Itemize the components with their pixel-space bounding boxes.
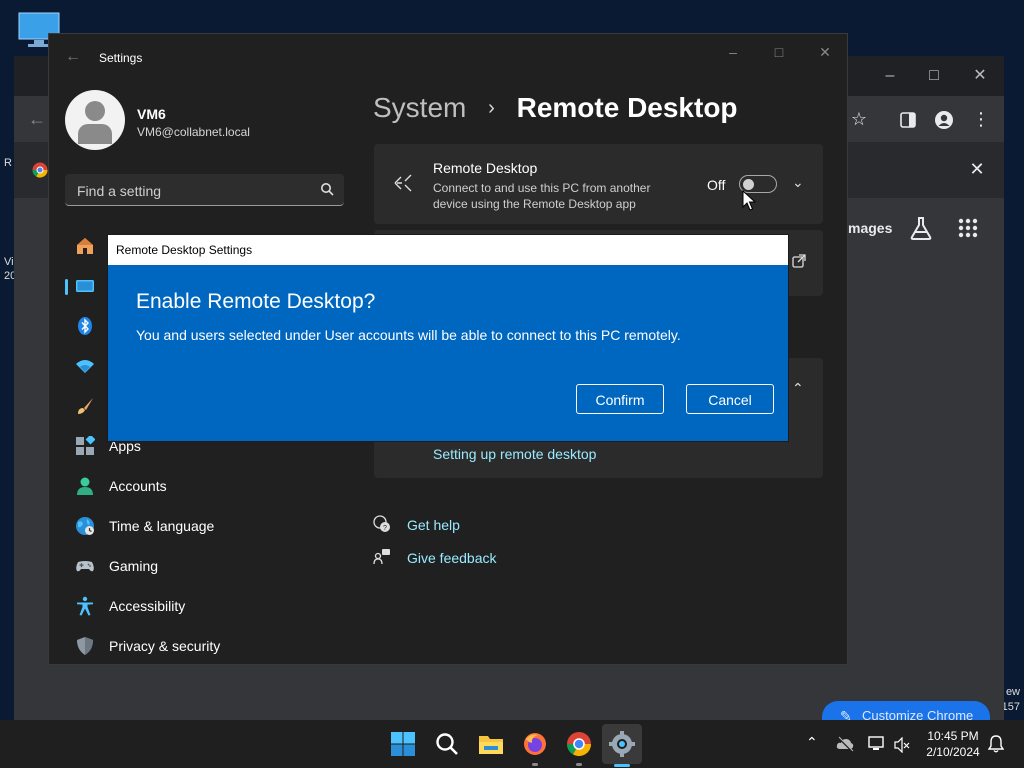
user-email: VM6@collabnet.local — [137, 125, 250, 139]
search-input[interactable] — [75, 180, 309, 202]
clock-time: 10:45 PM — [927, 729, 979, 743]
settings-gear-icon[interactable] — [609, 731, 635, 757]
remote-desktop-card[interactable]: Remote Desktop Connect to and use this P… — [374, 144, 823, 224]
cancel-button[interactable]: Cancel — [686, 384, 774, 414]
search-taskbar-icon[interactable] — [434, 731, 460, 757]
user-name: VM6 — [137, 106, 166, 122]
chrome-favicon-icon — [32, 162, 48, 178]
settings-maximize-button[interactable]: □ — [767, 42, 791, 62]
remote-desktop-icon — [394, 174, 412, 192]
labs-flask-icon[interactable] — [910, 216, 932, 240]
running-indicator — [532, 763, 538, 766]
sidebar-item-label: Privacy & security — [109, 638, 221, 654]
search-box[interactable] — [65, 174, 344, 206]
dialog-window-title: Remote Desktop Settings — [116, 243, 253, 257]
close-banner-icon[interactable]: ✕ — [964, 156, 990, 182]
apps-icon — [76, 436, 95, 455]
chrome-minimize-button[interactable]: – — [880, 66, 900, 86]
dialog-message: You and users selected under User accoun… — [136, 327, 681, 343]
clock-date: 2/10/2024 — [926, 745, 980, 759]
globe-clock-icon — [76, 517, 94, 535]
chrome-back-icon[interactable]: ← — [24, 106, 50, 132]
external-link-icon[interactable] — [792, 254, 806, 268]
settings-close-button[interactable]: ✕ — [813, 42, 837, 62]
sidebar-item-time-language[interactable]: Time & language — [65, 508, 344, 544]
mouse-cursor-icon — [742, 190, 756, 211]
desktop-label-fragment: 157 — [1001, 701, 1020, 713]
sidebar-item-label: Accessibility — [109, 598, 186, 614]
bluetooth-icon — [78, 317, 92, 335]
notification-bell-icon[interactable] — [988, 735, 1004, 753]
chrome-menu-icon[interactable]: ⋮ — [968, 106, 994, 132]
running-indicator — [576, 763, 582, 766]
remote-desktop-description: Connect to and use this PC from another … — [433, 181, 651, 211]
shield-icon — [77, 637, 93, 655]
svg-text:?: ? — [383, 525, 387, 532]
get-help-icon: ? — [373, 515, 390, 532]
apps-grid-icon[interactable] — [958, 218, 978, 238]
profile-icon[interactable] — [934, 110, 954, 130]
get-help-link[interactable]: Get help — [407, 517, 460, 533]
desktop-label-fragment: Vi — [4, 256, 14, 268]
images-link[interactable]: mages — [848, 220, 892, 236]
settings-window-title: Settings — [99, 51, 143, 65]
start-windows-icon[interactable] — [390, 731, 416, 757]
sidebar-item-gaming[interactable]: Gaming — [65, 548, 344, 584]
onedrive-offline-icon[interactable] — [836, 736, 854, 752]
firefox-icon[interactable] — [522, 731, 548, 757]
taskbar: ⌃ 10:45 PM 2/10/2024 — [0, 720, 1024, 768]
wifi-icon — [76, 360, 94, 373]
volume-muted-icon[interactable] — [894, 737, 910, 753]
back-arrow-icon[interactable]: ← — [65, 48, 81, 66]
sidebar-item-label: Time & language — [109, 518, 215, 534]
avatar-body — [78, 124, 112, 144]
setting-up-remote-desktop-link[interactable]: Setting up remote desktop — [433, 446, 596, 462]
remote-desktop-title: Remote Desktop — [433, 160, 538, 176]
sidebar-item-label: Accounts — [109, 478, 167, 494]
file-explorer-icon[interactable] — [478, 731, 504, 757]
breadcrumb: System › Remote Desktop — [373, 92, 738, 124]
settings-minimize-button[interactable]: – — [721, 42, 745, 62]
desktop-label-fragment: R — [4, 157, 12, 169]
accessibility-icon — [77, 596, 93, 616]
chrome-close-button[interactable]: ✕ — [970, 66, 990, 86]
breadcrumb-parent[interactable]: System — [373, 92, 466, 123]
page-title: Remote Desktop — [516, 92, 738, 123]
chevron-up-icon[interactable]: ⌃ — [792, 380, 804, 397]
home-icon — [77, 238, 93, 254]
sidebar-item-label: Gaming — [109, 558, 159, 574]
show-hidden-icons-chevron-icon[interactable]: ⌃ — [806, 734, 818, 751]
network-icon[interactable] — [868, 736, 886, 752]
chevron-down-icon[interactable]: ⌄ — [792, 174, 804, 191]
user-avatar[interactable] — [65, 90, 125, 150]
desktop-label-fragment: ew — [1005, 686, 1020, 698]
side-panel-icon[interactable] — [900, 112, 916, 128]
active-app-indicator — [614, 764, 630, 767]
avatar-head — [85, 101, 105, 121]
chrome-maximize-button[interactable]: □ — [924, 66, 944, 86]
system-icon — [76, 280, 94, 292]
search-icon[interactable] — [320, 182, 334, 196]
toggle-state-label: Off — [707, 177, 726, 193]
confirm-button[interactable]: Confirm — [576, 384, 664, 414]
accounts-icon — [77, 477, 93, 495]
sidebar-item-accessibility[interactable]: Accessibility — [65, 588, 344, 624]
paintbrush-icon — [78, 398, 93, 414]
chrome-taskbar-icon[interactable] — [566, 731, 592, 757]
dialog-heading: Enable Remote Desktop? — [136, 290, 376, 313]
gamepad-icon — [76, 561, 94, 572]
give-feedback-link[interactable]: Give feedback — [407, 550, 497, 566]
dialog-titlebar[interactable]: Remote Desktop Settings — [108, 235, 788, 265]
sidebar-item-privacy-security[interactable]: Privacy & security — [65, 628, 344, 664]
toggle-knob — [743, 179, 754, 190]
clock[interactable]: 10:45 PM 2/10/2024 — [918, 728, 988, 760]
enable-remote-desktop-dialog: Remote Desktop Settings Enable Remote De… — [108, 235, 788, 441]
bookmark-star-icon[interactable]: ☆ — [846, 106, 872, 132]
feedback-icon — [373, 549, 390, 565]
breadcrumb-chevron-icon: › — [488, 97, 495, 119]
sidebar-item-accounts[interactable]: Accounts — [65, 468, 344, 504]
